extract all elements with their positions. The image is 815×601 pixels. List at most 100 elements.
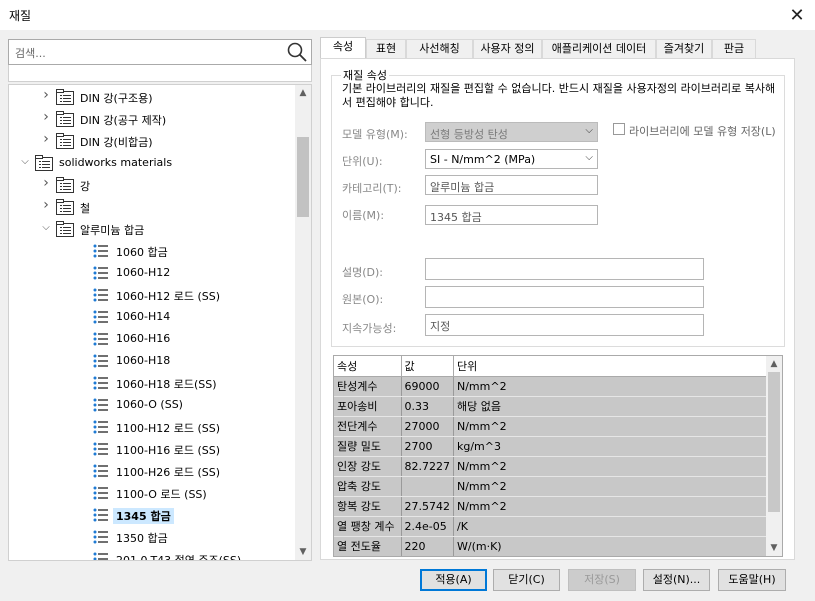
tree-material-item[interactable]: 1060-H16 [9,328,297,350]
cell-property: 열 팽창 계수 [334,516,402,537]
cell-value: 27.5742 [401,496,454,517]
scroll-thumb[interactable] [297,137,309,217]
table-header-row: 속성 값 단위 [334,356,774,377]
scroll-up-icon[interactable]: ▲ [766,356,782,372]
tree-item-label: 1060-H16 [116,332,171,345]
table-row[interactable]: 전단계수 27000 N/mm^2 [334,416,774,437]
table-scrollbar[interactable]: ▲ ▼ [766,356,782,556]
chevron-right-icon[interactable]: › [40,131,52,147]
source-field[interactable] [425,286,704,308]
close-icon[interactable]: ✕ [779,0,815,30]
tree-material-item[interactable]: 1350 합금 [9,526,297,548]
table-row[interactable]: 포아송비 0.33 해당 없음 [334,396,774,417]
save-button[interactable]: 저장(S) [568,569,636,591]
table-row[interactable]: 인장 강도 82.7227 N/mm^2 [334,456,774,477]
cell-property: 항복 강도 [334,496,402,517]
search-placeholder: 검색... [15,47,46,60]
table-row[interactable]: 질량 밀도 2700 kg/m^3 [334,436,774,457]
tab-crosshatch[interactable]: 사선해칭 [406,39,473,59]
material-library-icon [56,133,74,149]
cell-property: 전단계수 [334,416,402,437]
tree-material-item[interactable]: 1060-H14 [9,306,297,328]
tree-item-label: 알루미늄 합금 [80,224,145,237]
search-input[interactable]: 검색... [8,39,312,65]
settings-button[interactable]: 설정(N)... [643,569,710,591]
tree-material-item[interactable]: 201.0-T43 절연 주조(SS) [9,548,297,560]
material-icon [93,463,109,479]
tree-item-label: DIN 강(공구 제작) [80,114,167,127]
tree-folder-item[interactable]: › DIN 강(비합금) [9,130,297,152]
table-scroll-thumb[interactable] [768,372,780,512]
table-row[interactable]: 항복 강도 27.5742 N/mm^2 [334,496,774,517]
chevron-right-icon[interactable]: › [40,109,52,125]
model-type-select[interactable]: 선형 등방성 탄성 ⌵ [425,122,598,142]
cell-value [401,476,454,497]
cell-property: 비열 [334,556,401,557]
tree-folder-item[interactable]: › DIN 강(구조용) [9,86,297,108]
tree-material-item[interactable]: 1060 합금 [9,240,297,262]
tree-material-item[interactable]: 1100-O 로드 (SS) [9,482,297,504]
tree-folder-item[interactable]: › 강 [9,174,297,196]
search-icon[interactable] [286,41,308,63]
cell-value: 69000 [401,376,454,397]
tab-properties[interactable]: 속성 [320,37,366,59]
tree-scrollbar[interactable]: ▲ ▼ [295,85,311,560]
tab-favorites[interactable]: 즐겨찾기 [656,39,712,59]
chevron-down-icon[interactable]: ⌵ [40,222,52,236]
tab-sheet-metal[interactable]: 판금 [712,39,756,59]
tree-folder-item[interactable]: ⌵ solidworks materials [9,152,297,174]
table-row[interactable]: 열 팽창 계수 2.4e-05/K [334,516,774,537]
cell-value: 220 [401,536,454,556]
tree-material-item[interactable]: 1060-H18 [9,350,297,372]
tree-material-item[interactable]: 1060-H18 로드(SS) [9,372,297,394]
tab-appearance[interactable]: 표현 [366,39,406,59]
category-field[interactable]: 알루미늄 합금 [425,175,598,195]
material-tree[interactable]: › DIN 강(구조용) › DIN 강(공구 제작) › DIN 강(비합금) ⌵ soli… [8,84,312,561]
tree-material-item[interactable]: 1060-H12 로드 (SS) [9,284,297,306]
table-row[interactable]: 압축 강도 N/mm^2 [334,476,774,497]
tree-item-label: 1060 합금 [116,246,168,259]
table-row[interactable]: 열 전도율 220 W/(m·K) [334,536,774,556]
save-model-type-checkbox[interactable] [613,123,625,135]
material-icon [93,331,109,347]
chevron-right-icon[interactable]: › [40,87,52,103]
tree-material-item[interactable]: 1100-H26 로드 (SS) [9,460,297,482]
help-button[interactable]: 도움말(H) [718,569,786,591]
material-icon [93,265,109,281]
table-row[interactable]: 비열 [334,556,774,557]
tree-material-item[interactable]: 1060-H12 [9,262,297,284]
tree-folder-item[interactable]: ⌵ 알루미늄 합금 [9,218,297,240]
close-button[interactable]: 닫기(C) [493,569,560,591]
units-select[interactable]: SI - N/mm^2 (MPa) ⌵ [425,149,598,169]
scroll-up-icon[interactable]: ▲ [295,85,311,101]
apply-button[interactable]: 적용(A) [420,569,487,591]
tab-application-data[interactable]: 애플리케이션 데이터 [542,39,656,59]
tree-material-item[interactable]: 1100-H12 로드 (SS) [9,416,297,438]
tree-material-item[interactable]: 1100-H16 로드 (SS) [9,438,297,460]
scroll-down-icon[interactable]: ▼ [295,544,311,560]
category-label: 카테고리(T): [342,182,402,195]
tree-folder-item[interactable]: › 철 [9,196,297,218]
tree-item-label: 1345 합금 [113,508,174,524]
tree-item-label: 1100-H16 로드 (SS) [116,444,221,457]
material-library-icon [35,155,53,171]
tree-material-item[interactable]: 1060-O (SS) [9,394,297,416]
col-header-unit: 단위 [453,356,774,377]
chevron-right-icon[interactable]: › [40,175,52,191]
material-icon [93,529,109,545]
name-label: 이름(M): [342,209,385,222]
chevron-right-icon[interactable]: › [40,197,52,213]
tab-custom[interactable]: 사용자 정의 [473,39,542,59]
properties-panel: 재질 속성 기본 라이브러리의 재질을 편집할 수 없습니다. 반드시 재질을 … [320,58,795,560]
description-field[interactable] [425,258,704,280]
tree-item-label: 1060-H18 로드(SS) [116,378,217,391]
table-row[interactable]: 탄성계수 69000 N/mm^2 [334,376,774,397]
tree-item-label: 1060-O (SS) [116,398,183,411]
name-field[interactable]: 1345 합금 [425,205,598,225]
tree-folder-item[interactable]: › DIN 강(공구 제작) [9,108,297,130]
units-value: SI - N/mm^2 (MPa) [430,153,536,166]
chevron-down-icon[interactable]: ⌵ [19,156,31,170]
sustainability-field[interactable]: 지정 [425,314,704,336]
scroll-down-icon[interactable]: ▼ [766,540,782,556]
tree-material-item[interactable]: 1345 합금 [9,504,297,526]
